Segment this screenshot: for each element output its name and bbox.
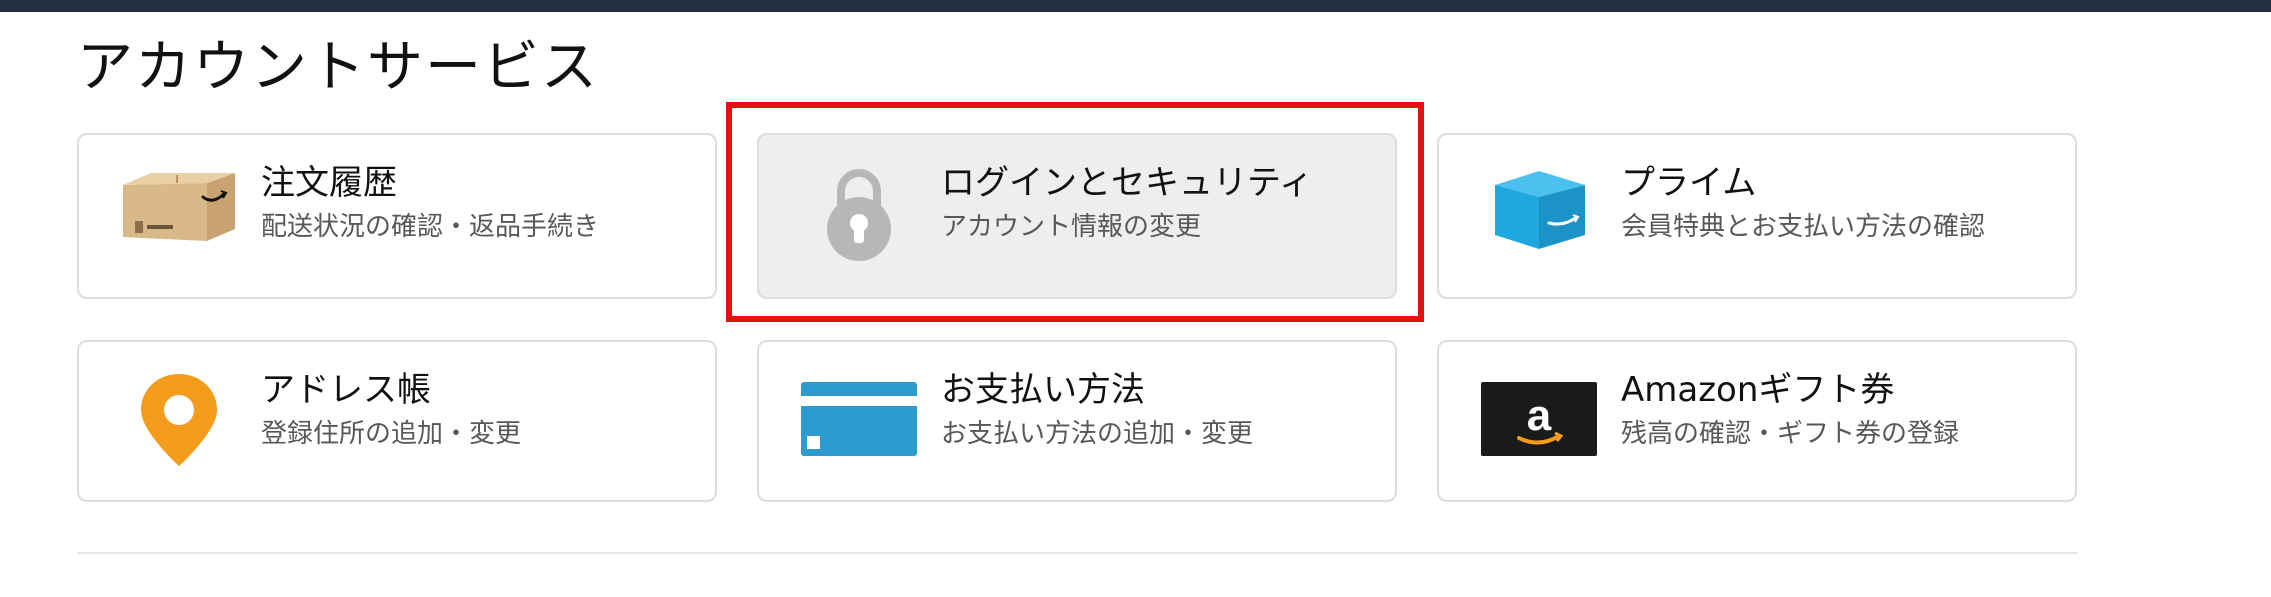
card-payment-methods[interactable]: お支払い方法 お支払い方法の追加・変更 (757, 340, 1397, 502)
card-title: Amazonギフト券 (1621, 370, 1895, 410)
card-title: ログインとセキュリティ (941, 163, 1313, 203)
card-description: 残高の確認・ギフト券の登録 (1621, 419, 1960, 449)
card-description: 登録住所の追加・変更 (261, 419, 522, 449)
top-navigation-bar (0, 0, 2271, 12)
location-pin-icon (117, 370, 241, 470)
svg-text:a: a (1527, 391, 1552, 440)
section-divider (77, 552, 2077, 554)
page-title: アカウントサービス (77, 35, 599, 100)
card-order-history[interactable]: 注文履歴 配送状況の確認・返品手続き (77, 133, 717, 299)
gift-card-icon: a (1477, 370, 1601, 470)
card-title: プライム (1621, 163, 1757, 203)
card-description: 会員特典とお支払い方法の確認 (1621, 212, 1986, 242)
package-box-icon (117, 163, 241, 263)
card-title: 注文履歴 (261, 163, 397, 203)
card-prime[interactable]: プライム 会員特典とお支払い方法の確認 (1437, 133, 2077, 299)
card-title: お支払い方法 (941, 370, 1145, 410)
lock-icon (797, 163, 921, 263)
card-description: 配送状況の確認・返品手続き (261, 212, 600, 242)
card-login-security[interactable]: ログインとセキュリティ アカウント情報の変更 (757, 133, 1397, 299)
card-title: アドレス帳 (261, 370, 431, 410)
prime-box-icon (1477, 163, 1601, 263)
card-gift-card[interactable]: a Amazonギフト券 残高の確認・ギフト券の登録 (1437, 340, 2077, 502)
card-address-book[interactable]: アドレス帳 登録住所の追加・変更 (77, 340, 717, 502)
credit-card-icon (797, 370, 921, 470)
card-description: アカウント情報の変更 (941, 212, 1202, 242)
card-description: お支払い方法の追加・変更 (941, 419, 1254, 449)
